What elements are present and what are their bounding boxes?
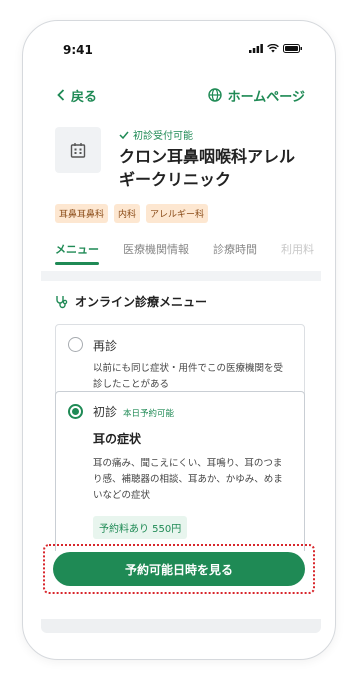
revisit-title: 再診 xyxy=(93,339,118,353)
clinic-icon xyxy=(55,127,101,173)
chevron-left-icon xyxy=(57,89,65,101)
tab-bar: メニュー 医療機関情報 診療時間 利用料 xyxy=(55,233,335,271)
tab-clinic-info[interactable]: 医療機関情報 xyxy=(123,233,189,271)
first-visit-available: 初診受付可能 xyxy=(119,127,193,142)
homepage-link[interactable]: ホームページ xyxy=(207,86,305,105)
tab-fees[interactable]: 利用料 xyxy=(281,233,314,271)
battery-icon xyxy=(283,44,302,53)
online-menu-heading: オンライン診療メニュー xyxy=(55,293,207,310)
check-icon xyxy=(119,131,129,139)
status-icons xyxy=(249,44,303,53)
tag-internal-medicine: 内科 xyxy=(114,204,141,223)
available-today-badge: 本日予約可能 xyxy=(123,409,175,419)
clinic-name: クロン耳鼻咽喉科アレルギークリニック xyxy=(119,147,296,189)
view-available-times-button[interactable]: 予約可能日時を見る xyxy=(53,552,305,586)
globe-icon xyxy=(207,88,222,102)
wifi-icon xyxy=(267,44,279,53)
section-title: オンライン診療メニュー xyxy=(75,295,208,309)
status-time: 9:41 xyxy=(63,43,93,57)
revisit-description: 以前にも同じ症状・用件でこの医療機関を受診したことがある xyxy=(93,363,284,390)
top-nav: 戻る ホームページ xyxy=(57,83,305,107)
radio-revisit[interactable] xyxy=(68,337,83,352)
symptom-title: 耳の症状 xyxy=(93,432,142,446)
tag-allergy: アレルギー科 xyxy=(146,204,209,223)
signal-icon xyxy=(249,44,263,53)
radio-first-visit[interactable] xyxy=(68,404,83,419)
stethoscope-icon xyxy=(56,295,68,308)
phone-frame: 9:41 戻る ホームページ 初診受付可能 クロン耳鼻咽喉科アレルギークリニック… xyxy=(22,20,336,660)
symptom-description: 耳の痛み、聞こえにくい、耳鳴り、耳のつまり感、補聴器の相談、耳あか、かゆみ、めま… xyxy=(93,458,283,501)
building-icon xyxy=(70,143,86,158)
first-visit-title: 初診 xyxy=(93,405,118,419)
section-divider xyxy=(41,271,321,281)
verified-label: 初診受付可能 xyxy=(133,131,193,142)
tab-hours[interactable]: 診療時間 xyxy=(213,233,257,271)
back-label: 戻る xyxy=(71,89,98,105)
tag-otolaryngology: 耳鼻耳鼻科 xyxy=(55,204,109,223)
back-button[interactable]: 戻る xyxy=(57,86,97,105)
reservation-fee-chip: 予約料あり 550円 xyxy=(93,516,188,539)
bottom-shade xyxy=(41,619,321,633)
status-bar: 9:41 xyxy=(23,21,335,65)
tab-menu[interactable]: メニュー xyxy=(55,233,99,271)
first-visit-title-row: 初診 本日予約可能 xyxy=(93,403,174,420)
homepage-label: ホームページ xyxy=(227,89,305,105)
clinic-tags: 耳鼻耳鼻科 内科 アレルギー科 xyxy=(55,204,209,223)
